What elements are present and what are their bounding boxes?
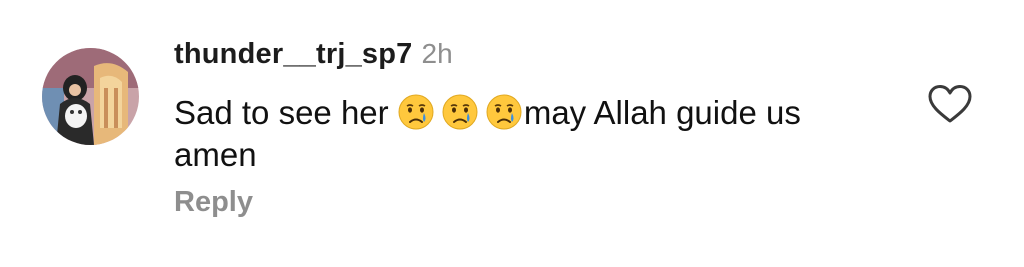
crying-face-emoji (442, 94, 478, 130)
reply-button[interactable]: Reply (174, 186, 253, 219)
comment-item: thunder__trj_sp7 2h Sad to see her may A… (0, 0, 1024, 267)
avatar[interactable] (42, 48, 139, 145)
comment-body: thunder__trj_sp7 2h Sad to see her may A… (174, 38, 874, 219)
heart-outline-icon (928, 85, 972, 123)
username[interactable]: thunder__trj_sp7 (174, 38, 413, 71)
like-button[interactable] (927, 84, 973, 124)
comment-text-start: Sad to see her (174, 94, 398, 131)
comment-text: Sad to see her may Allah guide us amen (174, 92, 864, 176)
timestamp: 2h (421, 38, 453, 69)
comment-meta: thunder__trj_sp7 2h (174, 38, 874, 82)
crying-face-emoji (486, 94, 522, 130)
crying-face-emoji (398, 94, 434, 130)
avatar-illustration (42, 48, 139, 145)
